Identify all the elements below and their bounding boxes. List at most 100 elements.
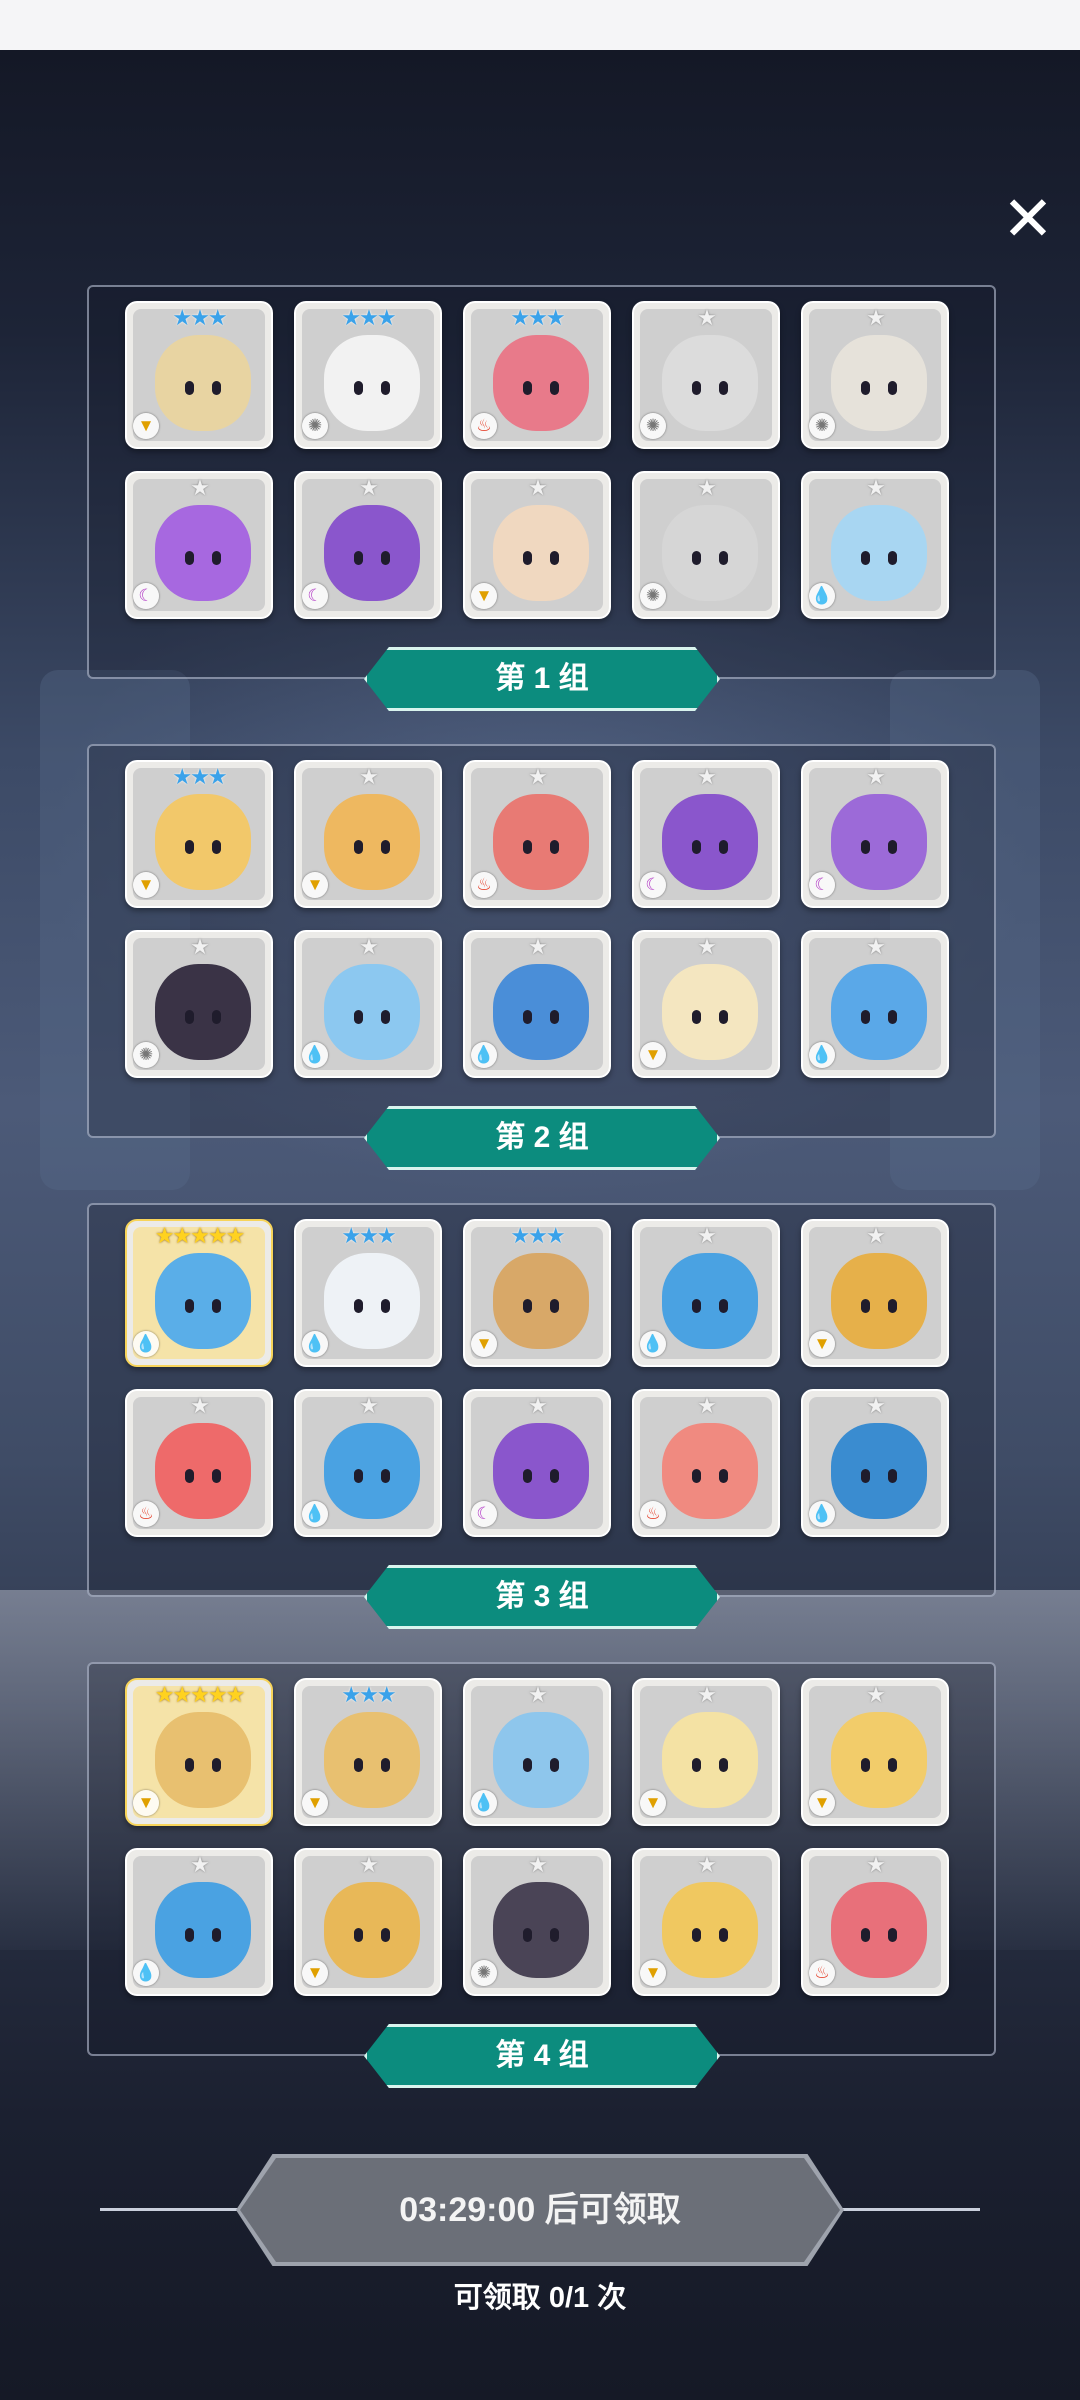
hero-card[interactable]: ★★★ ✺ [294, 301, 442, 449]
hero-eyes [350, 381, 394, 395]
star-rating: ★ [866, 1223, 886, 1248]
hero-card[interactable]: ★★★ ▼ [125, 301, 273, 449]
hero-eyes [350, 1299, 394, 1313]
star-rating: ★ [528, 1682, 548, 1707]
star-rating: ★ [866, 1682, 886, 1707]
hero-eyes [857, 1758, 901, 1772]
water-element-icon: 💧 [471, 1042, 497, 1068]
hero-card[interactable]: ★ ▼ [632, 1848, 780, 1996]
hero-eyes [350, 551, 394, 565]
earth-element-icon: ▼ [640, 1790, 666, 1816]
hero-eyes [181, 1469, 225, 1483]
water-element-icon: 💧 [302, 1501, 328, 1527]
star-rating: ★ [359, 1852, 379, 1877]
hero-card[interactable]: ★ ♨ [463, 760, 611, 908]
hero-card[interactable]: ★ ✺ [632, 471, 780, 619]
hero-eyes [350, 1010, 394, 1024]
hero-card[interactable]: ★★★ ▼ [294, 1678, 442, 1826]
hero-eyes [519, 1758, 563, 1772]
hero-eyes [519, 381, 563, 395]
hero-card[interactable]: ★ ♨ [125, 1389, 273, 1537]
dark-element-icon: ☾ [640, 872, 666, 898]
hero-card[interactable]: ★★★ ▼ [125, 760, 273, 908]
hero-card[interactable]: ★ ▼ [294, 1848, 442, 1996]
star-rating: ★ [866, 934, 886, 959]
hero-eyes [857, 840, 901, 854]
close-button[interactable]: ✕ [998, 189, 1058, 251]
hero-eyes [181, 840, 225, 854]
hero-card[interactable]: ★ ☾ [463, 1389, 611, 1537]
hero-card[interactable]: ★ ✺ [801, 301, 949, 449]
water-element-icon: 💧 [809, 1501, 835, 1527]
hero-card[interactable]: ★ ✺ [463, 1848, 611, 1996]
hero-card[interactable]: ★ ▼ [294, 760, 442, 908]
hero-card[interactable]: ★★★ ♨ [463, 301, 611, 449]
divider-line-left [100, 2208, 250, 2211]
hero-card[interactable]: ★ ☾ [801, 760, 949, 908]
hero-card[interactable]: ★ ▼ [463, 471, 611, 619]
dark-element-icon: ☾ [302, 583, 328, 609]
hero-card[interactable]: ★ ✺ [632, 301, 780, 449]
hero-eyes [350, 840, 394, 854]
star-rating: ★ [528, 1393, 548, 1418]
hero-card[interactable]: ★ ▼ [801, 1219, 949, 1367]
light-element-icon: ✺ [809, 413, 835, 439]
water-element-icon: 💧 [640, 1331, 666, 1357]
hero-card[interactable]: ★ ▼ [632, 930, 780, 1078]
earth-element-icon: ▼ [302, 872, 328, 898]
hero-card[interactable]: ★ 💧 [632, 1219, 780, 1367]
hero-card[interactable]: ★ 💧 [801, 930, 949, 1078]
status-bar [0, 0, 1080, 50]
hero-card[interactable]: ★ ☾ [125, 471, 273, 619]
dark-element-icon: ☾ [809, 872, 835, 898]
hero-card[interactable]: ★ 💧 [801, 1389, 949, 1537]
hero-eyes [181, 1758, 225, 1772]
hero-card[interactable]: ★★★★★ ▼ [125, 1678, 273, 1826]
star-rating: ★ [697, 1223, 717, 1248]
hero-eyes [181, 381, 225, 395]
star-rating: ★ [359, 764, 379, 789]
hero-card[interactable]: ★★★★★ 💧 [125, 1219, 273, 1367]
hero-card[interactable]: ★ 💧 [294, 1389, 442, 1537]
star-rating: ★ [697, 305, 717, 330]
hero-card[interactable]: ★ ✺ [125, 930, 273, 1078]
hero-card[interactable]: ★ ▼ [801, 1678, 949, 1826]
hero-group-panel: ★★★ ▼ ★★★ ✺ ★★★ ♨ ★ ✺ ★ ✺ ★ ☾ ★ ☾ ★ ▼ ★ ✺ ★ 💧 第 1 组 [87, 285, 996, 711]
hero-eyes [688, 1010, 732, 1024]
dark-element-icon: ☾ [471, 1501, 497, 1527]
hero-card[interactable]: ★ ☾ [632, 760, 780, 908]
hero-card[interactable]: ★★★ 💧 [294, 1219, 442, 1367]
hero-card[interactable]: ★ ☾ [294, 471, 442, 619]
divider-line-right [830, 2208, 980, 2211]
dark-element-icon: ☾ [133, 583, 159, 609]
hero-card[interactable]: ★ 💧 [463, 1678, 611, 1826]
hero-eyes [519, 1299, 563, 1313]
claim-reward-button[interactable]: 03:29:00 后可领取 [240, 2158, 840, 2262]
fire-element-icon: ♨ [471, 413, 497, 439]
hero-grid: ★★★★★ 💧 ★★★ 💧 ★★★ ▼ ★ 💧 ★ ▼ ★ ♨ ★ 💧 ★ ☾ ★ ♨ ★ 💧 [125, 1219, 951, 1539]
earth-element-icon: ▼ [809, 1790, 835, 1816]
hero-card[interactable]: ★ ▼ [632, 1678, 780, 1826]
hero-eyes [688, 840, 732, 854]
star-rating: ★★★★★ [154, 1682, 246, 1707]
hero-eyes [519, 1010, 563, 1024]
earth-element-icon: ▼ [640, 1042, 666, 1068]
light-element-icon: ✺ [471, 1960, 497, 1986]
hero-card[interactable]: ★★★ ▼ [463, 1219, 611, 1367]
water-element-icon: 💧 [809, 1042, 835, 1068]
light-element-icon: ✺ [302, 413, 328, 439]
water-element-icon: 💧 [133, 1960, 159, 1986]
hero-card[interactable]: ★ 💧 [294, 930, 442, 1078]
hero-eyes [688, 1758, 732, 1772]
star-rating: ★ [866, 305, 886, 330]
star-rating: ★ [866, 1393, 886, 1418]
hero-card[interactable]: ★ 💧 [125, 1848, 273, 1996]
hero-eyes [688, 1928, 732, 1942]
hero-card[interactable]: ★ ♨ [801, 1848, 949, 1996]
star-rating: ★★★★★ [154, 1223, 246, 1248]
hero-eyes [519, 840, 563, 854]
hero-eyes [688, 1299, 732, 1313]
hero-card[interactable]: ★ 💧 [463, 930, 611, 1078]
hero-card[interactable]: ★ ♨ [632, 1389, 780, 1537]
hero-card[interactable]: ★ 💧 [801, 471, 949, 619]
